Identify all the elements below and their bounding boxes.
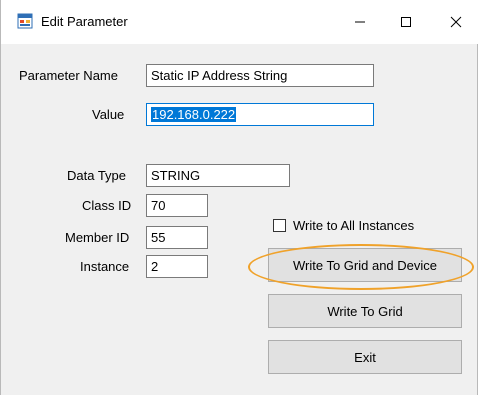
instance-field[interactable]: 2 xyxy=(146,255,208,278)
data-type-label: Data Type xyxy=(67,168,127,183)
member-id-label: Member ID xyxy=(65,230,130,245)
write-all-instances-option[interactable]: Write to All Instances xyxy=(273,218,414,233)
class-id-label: Class ID xyxy=(82,198,132,213)
data-type-field[interactable]: STRING xyxy=(146,164,290,187)
class-id-field[interactable]: 70 xyxy=(146,194,208,217)
value-field[interactable]: 192.168.0.222 xyxy=(146,103,374,126)
app-window-icon xyxy=(17,13,33,29)
close-icon xyxy=(450,16,462,28)
parameter-name-label: Parameter Name xyxy=(19,68,118,83)
close-button[interactable] xyxy=(433,0,478,44)
minimize-button[interactable] xyxy=(337,0,383,44)
write-to-grid-button[interactable]: Write To Grid xyxy=(268,294,462,328)
member-id-field[interactable]: 55 xyxy=(146,226,208,249)
write-all-instances-checkbox[interactable] xyxy=(273,219,286,232)
instance-label: Instance xyxy=(80,259,130,274)
value-selected-text: 192.168.0.222 xyxy=(151,107,237,122)
value-label: Value xyxy=(92,107,125,122)
window-title: Edit Parameter xyxy=(41,14,128,29)
title-bar[interactable]: Edit Parameter xyxy=(1,0,478,44)
write-to-grid-and-device-button[interactable]: Write To Grid and Device xyxy=(268,248,462,282)
dialog-body: Parameter Name Static IP Address String … xyxy=(1,44,477,395)
maximize-button[interactable] xyxy=(383,0,429,44)
exit-button[interactable]: Exit xyxy=(268,340,462,374)
parameter-name-field[interactable]: Static IP Address String xyxy=(146,64,374,87)
minimize-icon xyxy=(355,21,365,23)
edit-parameter-window: Edit Parameter Parameter Name Static IP … xyxy=(0,0,478,395)
write-all-instances-label: Write to All Instances xyxy=(293,218,415,233)
maximize-icon xyxy=(401,17,411,27)
